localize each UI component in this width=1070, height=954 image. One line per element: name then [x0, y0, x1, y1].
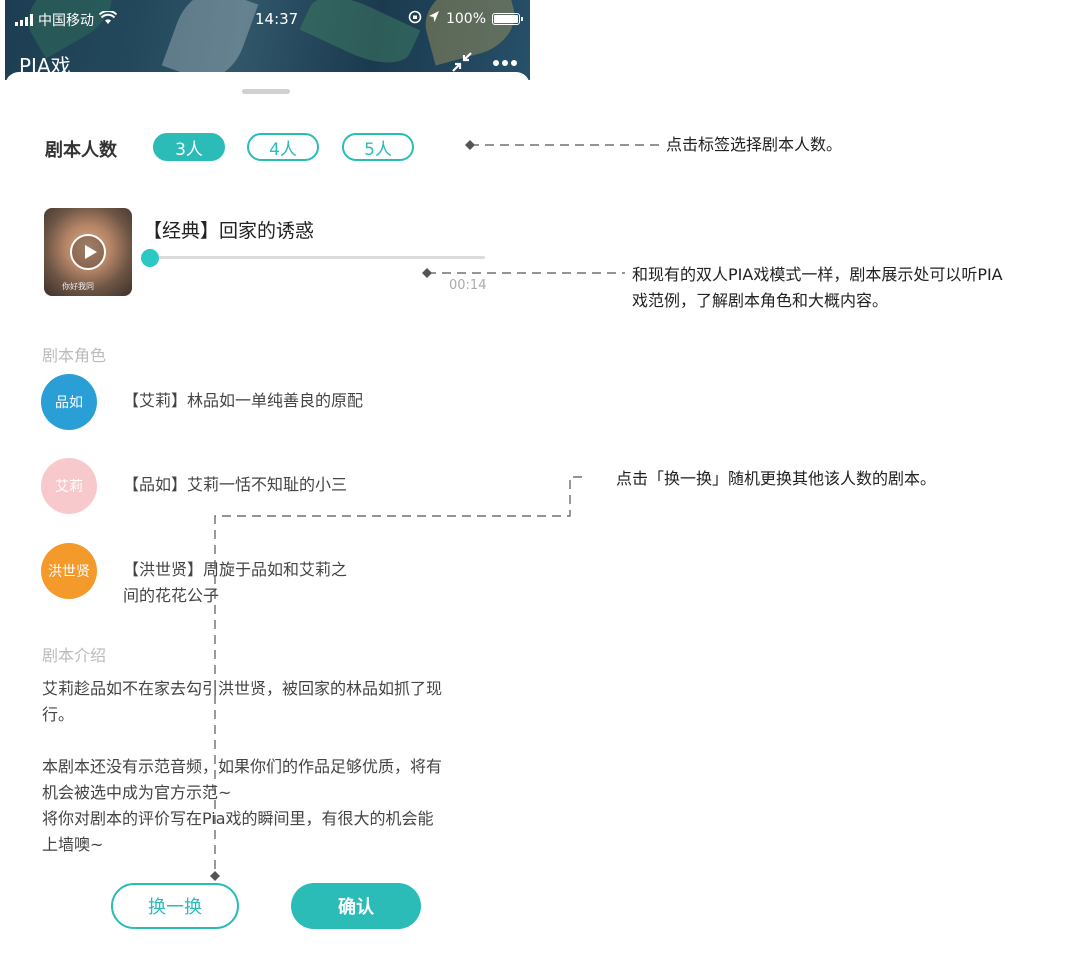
- confirm-button[interactable]: 确认: [291, 883, 421, 929]
- change-button[interactable]: 换一换: [111, 883, 239, 929]
- drag-handle[interactable]: [242, 89, 290, 94]
- count-label: 剧本人数: [45, 140, 117, 161]
- count-tag-5[interactable]: 5人: [342, 133, 414, 161]
- intro-line: [42, 728, 502, 754]
- role-avatar: 品如: [41, 374, 97, 430]
- intro-line: 机会被选中成为官方示范~: [42, 783, 232, 802]
- battery-icon: [492, 13, 523, 25]
- role-description: 【艾莉】林品如一单纯善良的原配: [123, 391, 364, 410]
- audio-progress-knob[interactable]: [141, 249, 159, 267]
- rotation-lock-icon: [408, 10, 422, 28]
- minimize-icon[interactable]: [450, 50, 474, 74]
- intro-line: 上墙噢~: [42, 835, 104, 854]
- location-icon: [428, 10, 440, 28]
- annotation-script: 和现有的双人PIA戏模式一样，剧本展示处可以听PIA 戏范例，了解剧本角色和大概…: [632, 262, 1003, 314]
- role-avatar: 艾莉: [41, 458, 97, 514]
- annotation-script-line: 和现有的双人PIA戏模式一样，剧本展示处可以听PIA: [632, 265, 1003, 284]
- audio-duration: 00:14: [449, 278, 487, 293]
- more-icon[interactable]: [493, 60, 517, 66]
- phone-screen: 中国移动 14:37 100% PIA戏 剧本人数 3人 4人 5人 你好我同 …: [0, 0, 530, 954]
- status-time: 14:37: [255, 10, 299, 28]
- bottom-sheet: 剧本人数 3人 4人 5人 你好我同 【经典】回家的诱惑 00:14 剧本角色 …: [5, 72, 530, 954]
- script-title: 【经典】回家的诱惑: [143, 220, 315, 242]
- intro-line: 艾莉趁品如不在家去勾引洪世贤，被回家的林品如抓了现: [42, 679, 443, 698]
- role-description: 【品如】艾莉一恬不知耻的小三: [123, 475, 348, 494]
- roles-heading: 剧本角色: [42, 346, 107, 365]
- intro-line: 将你对剧本的评价写在Pia戏的瞬间里，有很大的机会能: [42, 809, 434, 828]
- signal-icon: [15, 14, 33, 26]
- annotation-script-line: 戏范例，了解剧本角色和大概内容。: [632, 291, 889, 310]
- count-tag-4[interactable]: 4人: [247, 133, 319, 161]
- header-bar: 中国移动 14:37 100% PIA戏: [5, 0, 530, 80]
- audio-progress-track[interactable]: [155, 256, 485, 259]
- role-description-line: 【洪世贤】周旋于品如和艾莉之: [123, 560, 348, 579]
- intro-line: 本剧本还没有示范音频，如果你们的作品足够优质，将有: [42, 757, 443, 776]
- role-avatar: 洪世贤: [41, 543, 97, 599]
- role-description-line: 间的花花公子: [123, 586, 220, 605]
- thumbnail-caption: 你好我同: [62, 282, 94, 291]
- intro-line: 行。: [42, 705, 75, 724]
- status-bar: 中国移动 14:37 100%: [15, 8, 523, 29]
- carrier-label: 中国移动: [38, 13, 94, 29]
- script-thumbnail[interactable]: 你好我同: [44, 208, 132, 296]
- role-description: 【洪世贤】周旋于品如和艾莉之 间的花花公子: [123, 557, 347, 609]
- annotation-change: 点击「换一换」随机更换其他该人数的剧本。: [616, 469, 937, 488]
- wifi-icon: [98, 10, 118, 29]
- intro-heading: 剧本介绍: [42, 646, 107, 665]
- annotation-count: 点击标签选择剧本人数。: [666, 135, 843, 154]
- intro-text: 艾莉趁品如不在家去勾引洪世贤，被回家的林品如抓了现 行。 本剧本还没有示范音频，…: [42, 676, 502, 858]
- battery-percent: 100%: [445, 11, 486, 27]
- count-tag-3[interactable]: 3人: [153, 133, 225, 161]
- play-icon[interactable]: [70, 234, 106, 270]
